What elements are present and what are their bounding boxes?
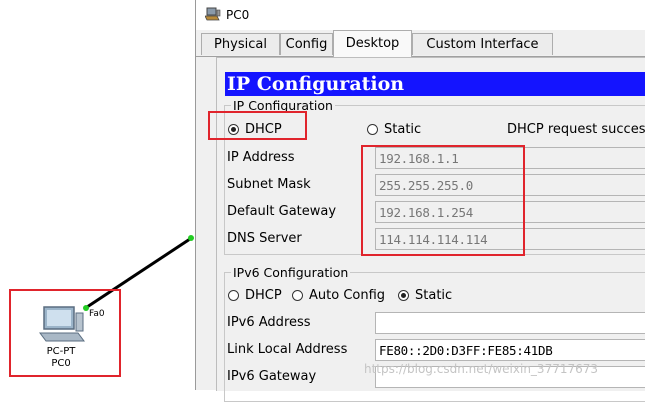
link-local-address-field[interactable]: FE80::2D0:D3FF:FE85:41DB (375, 339, 645, 361)
radio-unselected-icon (228, 290, 239, 301)
radio-selected-icon (398, 290, 409, 301)
dhcp-status-text: DHCP request succes (507, 122, 645, 137)
ipv6-address-field[interactable] (375, 312, 645, 334)
ipv4-static-radio[interactable]: Static (367, 122, 421, 137)
radio-unselected-icon (292, 290, 303, 301)
watermark-text: https://blog.csdn.net/weixin_37717673 (364, 362, 599, 376)
ipv4-static-label: Static (384, 122, 422, 137)
dns-server-label: DNS Server (227, 231, 302, 246)
tab-desktop[interactable]: Desktop (333, 30, 412, 57)
window-title: PC0 (226, 8, 250, 22)
tab-custom-interface[interactable]: Custom Interface (412, 33, 553, 55)
tab-physical[interactable]: Physical (201, 33, 280, 55)
ipv6-static-radio[interactable]: Static (398, 288, 452, 303)
link-status-dot-switch (188, 235, 194, 241)
ip-address-label: IP Address (227, 150, 295, 165)
subnet-mask-label: Subnet Mask (227, 177, 311, 192)
tab-config[interactable]: Config (280, 33, 333, 55)
tab-bar: Physical Config Desktop Custom Interface (196, 30, 645, 57)
ipv6-static-label: Static (415, 288, 453, 303)
highlight-box-dhcp (208, 111, 307, 140)
ipv6-dhcp-label: DHCP (245, 288, 282, 303)
ipv6-auto-config-radio[interactable]: Auto Config (292, 288, 385, 303)
topology-canvas[interactable]: Fa0 PC-PT PC0 (0, 0, 195, 390)
ipv6-dhcp-radio[interactable]: DHCP (228, 288, 282, 303)
ipv6-gateway-label: IPv6 Gateway (227, 369, 317, 384)
ip-config-header: IP Configuration (225, 72, 645, 96)
link-local-address-label: Link Local Address (227, 342, 348, 357)
radio-unselected-icon (367, 124, 378, 135)
pc-window-icon (205, 7, 221, 21)
ipv6-config-group-title: IPv6 Configuration (231, 265, 351, 280)
highlight-box-pc (9, 289, 121, 377)
ipv6-address-label: IPv6 Address (227, 315, 311, 330)
window-titlebar[interactable]: PC0 (196, 0, 645, 30)
highlight-box-ip-values (361, 145, 525, 256)
ipv6-auto-config-label: Auto Config (309, 288, 386, 303)
default-gateway-label: Default Gateway (227, 204, 337, 219)
